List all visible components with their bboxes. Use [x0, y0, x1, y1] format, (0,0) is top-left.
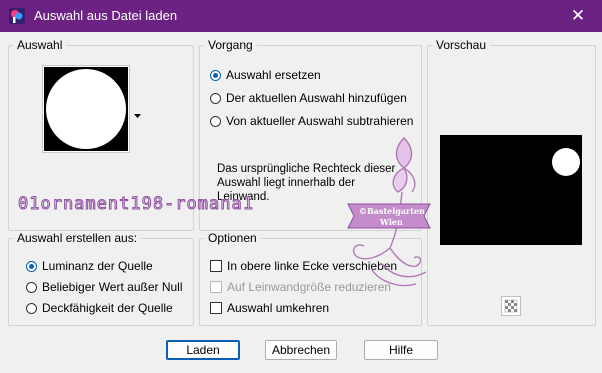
checkbox-box[interactable] — [210, 302, 222, 314]
preview-canvas — [440, 135, 582, 245]
radio-label: Luminanz der Quelle — [42, 259, 153, 273]
group-erstellen-legend: Auswahl erstellen aus: — [13, 231, 142, 245]
radio-indicator[interactable] — [26, 260, 37, 272]
selection-thumbnail[interactable] — [42, 65, 130, 153]
cancel-button[interactable]: Abbrechen — [265, 340, 337, 360]
radio-label: Der aktuellen Auswahl hinzufügen — [226, 91, 407, 105]
checkbox-box[interactable] — [210, 281, 222, 293]
radio-hinzufuegen[interactable]: Der aktuellen Auswahl hinzufügen — [210, 91, 407, 105]
app-icon — [9, 8, 25, 24]
group-vorgang-legend: Vorgang — [204, 38, 257, 52]
selection-name-overlay: 01ornament198-romana1 — [18, 194, 254, 215]
radio-indicator[interactable] — [26, 302, 37, 314]
group-auswahl-legend: Auswahl — [13, 38, 67, 52]
radio-luminanz[interactable]: Luminanz der Quelle — [26, 259, 153, 273]
radio-indicator[interactable] — [210, 115, 221, 127]
radio-beliebiger-wert[interactable]: Beliebiger Wert außer Null — [26, 280, 183, 294]
checkbox-box[interactable] — [210, 260, 222, 272]
preview-shape — [552, 148, 580, 176]
radio-indicator[interactable] — [210, 92, 221, 104]
transparency-toggle-icon[interactable] — [501, 296, 521, 316]
radio-label: Von aktueller Auswahl subtrahieren — [226, 114, 414, 128]
radio-label: Auswahl ersetzen — [226, 68, 321, 82]
radio-subtrahieren[interactable]: Von aktueller Auswahl subtrahieren — [210, 114, 413, 128]
title-bar: Auswahl aus Datei laden ✕ — [0, 0, 602, 32]
dialog-body: Auswahl Vorgang Auswahl ersetzen Der akt… — [0, 32, 602, 373]
checkbox-label: Auswahl umkehren — [227, 301, 330, 315]
watermark-text-line1: ©Bastelgarten — [359, 206, 425, 216]
radio-label: Beliebiger Wert außer Null — [42, 280, 183, 294]
radio-deckfaehigkeit[interactable]: Deckfähigkeit der Quelle — [26, 301, 173, 315]
group-erstellen: Auswahl erstellen aus: Luminanz der Quel… — [8, 231, 194, 326]
group-vorschau: Vorschau — [427, 38, 596, 326]
radio-label: Deckfähigkeit der Quelle — [42, 301, 173, 315]
watermark-text-line2: Wien — [380, 217, 403, 227]
radio-indicator[interactable] — [26, 281, 37, 293]
group-optionen-legend: Optionen — [204, 231, 261, 245]
radio-auswahl-ersetzen[interactable]: Auswahl ersetzen — [210, 68, 321, 82]
checkbox-auswahl-umkehren[interactable]: Auswahl umkehren — [210, 301, 329, 315]
group-vorschau-legend: Vorschau — [432, 38, 491, 52]
radio-indicator[interactable] — [210, 69, 221, 81]
help-button[interactable]: Hilfe — [364, 340, 438, 360]
close-icon[interactable]: ✕ — [558, 0, 598, 32]
window-title: Auswahl aus Datei laden — [34, 8, 178, 23]
dropdown-arrow-icon[interactable] — [134, 114, 142, 120]
selection-shape — [46, 69, 126, 149]
load-button[interactable]: Laden — [166, 340, 240, 360]
